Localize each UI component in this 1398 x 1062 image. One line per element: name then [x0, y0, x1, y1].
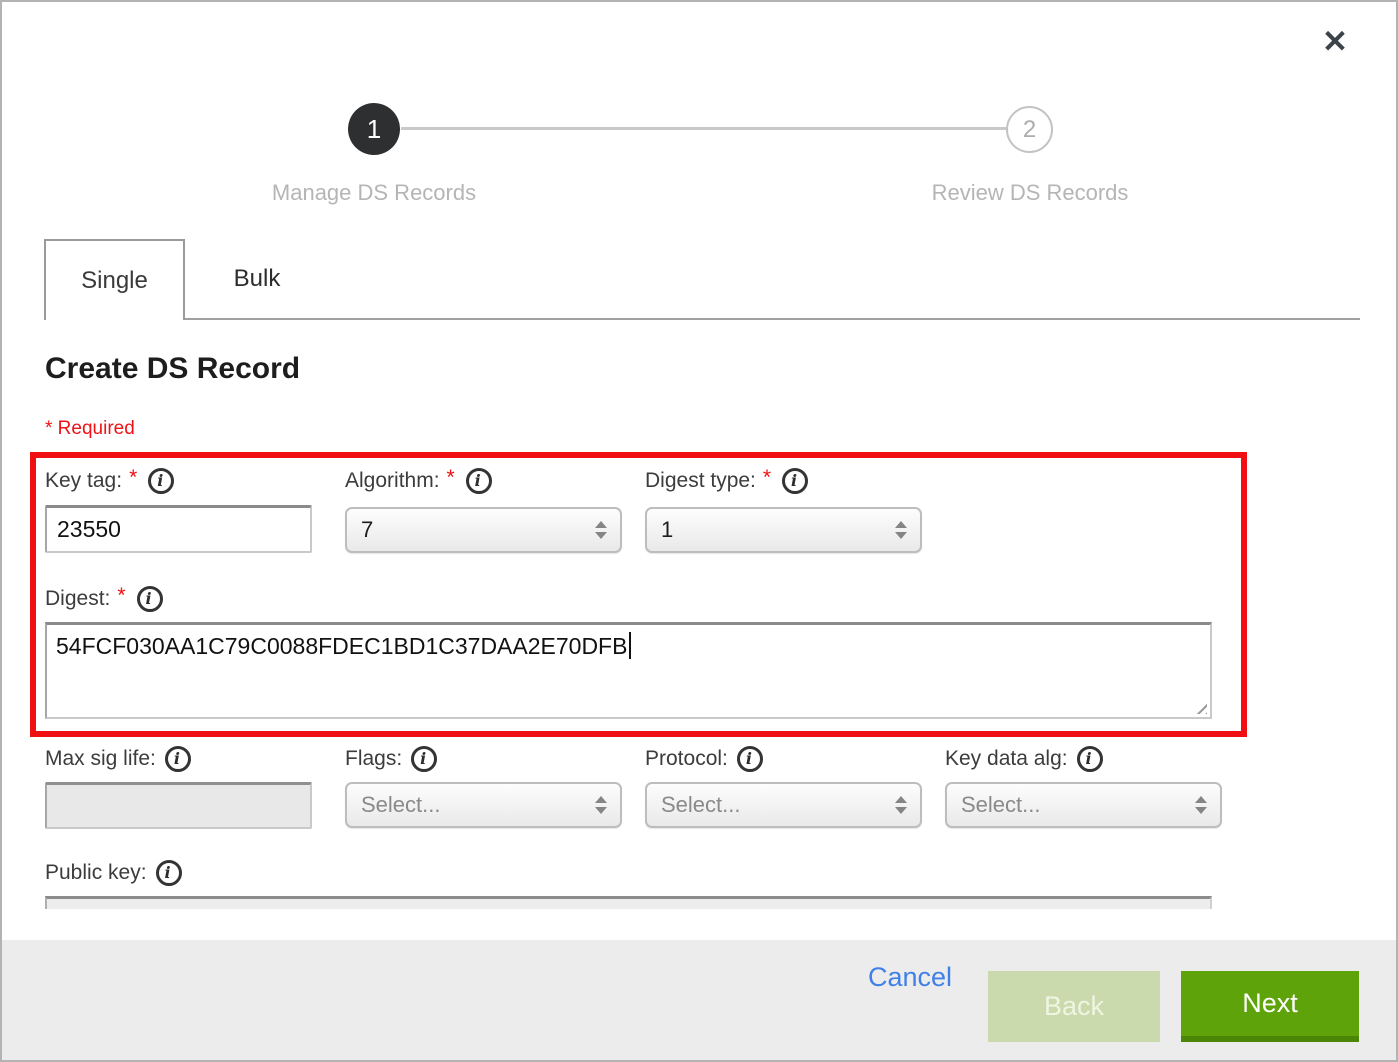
info-icon[interactable]: i	[148, 468, 174, 494]
required-marker: *	[447, 466, 455, 490]
required-marker: *	[117, 584, 125, 608]
max-sig-life-label-row: Max sig life: i	[45, 746, 191, 772]
text-cursor	[629, 632, 631, 659]
flags-label-row: Flags: i	[345, 746, 437, 772]
protocol-select[interactable]: Select...	[645, 782, 922, 828]
info-icon-glyph: i	[1086, 751, 1092, 767]
tab-single[interactable]: Single	[44, 239, 185, 320]
algorithm-select-value: 7	[361, 517, 373, 543]
info-icon-glyph: i	[746, 751, 752, 767]
next-button[interactable]: Next	[1181, 971, 1359, 1042]
step-2-label: Review DS Records	[870, 180, 1190, 206]
info-icon-glyph: i	[146, 591, 152, 607]
info-icon-glyph: i	[165, 865, 171, 881]
info-icon-glyph: i	[174, 751, 180, 767]
step-2-number: 2	[1023, 116, 1036, 144]
info-icon[interactable]: i	[737, 746, 763, 772]
stepper-connector	[401, 127, 1007, 130]
info-icon-glyph: i	[157, 473, 163, 489]
tab-bulk[interactable]: Bulk	[187, 241, 327, 317]
info-icon-glyph: i	[791, 473, 797, 489]
create-ds-record-modal: ✕ 1 2 Manage DS Records Review DS Record…	[0, 0, 1398, 1062]
page-title: Create DS Record	[45, 352, 300, 386]
required-marker: *	[129, 466, 137, 490]
info-icon[interactable]: i	[156, 860, 182, 886]
back-button[interactable]: Back	[988, 971, 1160, 1042]
digest-type-select[interactable]: 1	[645, 507, 922, 553]
step-2-circle: 2	[1006, 106, 1053, 153]
key-data-alg-label-row: Key data alg: i	[945, 746, 1103, 772]
select-arrows-icon	[595, 796, 607, 814]
key-tag-label: Key tag:	[45, 469, 122, 493]
tab-single-label: Single	[81, 267, 148, 295]
step-1-label: Manage DS Records	[214, 180, 534, 206]
key-data-alg-select-value: Select...	[961, 792, 1040, 818]
digest-type-label: Digest type:	[645, 469, 756, 493]
flags-select[interactable]: Select...	[345, 782, 622, 828]
key-tag-input[interactable]	[45, 505, 312, 553]
info-icon[interactable]: i	[466, 468, 492, 494]
public-key-textarea[interactable]	[45, 896, 1212, 909]
info-icon[interactable]: i	[137, 586, 163, 612]
select-arrows-icon	[895, 521, 907, 539]
info-icon-glyph: i	[420, 751, 426, 767]
protocol-label: Protocol:	[645, 747, 728, 771]
resize-handle-icon[interactable]	[1192, 699, 1207, 714]
close-icon[interactable]: ✕	[1322, 26, 1348, 57]
digest-label: Digest:	[45, 587, 110, 611]
step-1-number: 1	[367, 114, 381, 145]
protocol-label-row: Protocol: i	[645, 746, 763, 772]
tab-bulk-label: Bulk	[234, 265, 281, 293]
cancel-button[interactable]: Cancel	[868, 962, 952, 993]
protocol-select-value: Select...	[661, 792, 740, 818]
required-note: * Required	[45, 418, 135, 440]
key-tag-label-row: Key tag: * i	[45, 468, 174, 494]
select-arrows-icon	[895, 796, 907, 814]
select-arrows-icon	[1195, 796, 1207, 814]
info-icon[interactable]: i	[1077, 746, 1103, 772]
key-data-alg-select[interactable]: Select...	[945, 782, 1222, 828]
flags-select-value: Select...	[361, 792, 440, 818]
public-key-label: Public key:	[45, 861, 147, 885]
digest-value: 54FCF030AA1C79C0088FDEC1BD1C37DAA2E70DFB	[56, 633, 627, 659]
digest-textarea[interactable]: 54FCF030AA1C79C0088FDEC1BD1C37DAA2E70DFB	[45, 622, 1212, 719]
algorithm-select[interactable]: 7	[345, 507, 622, 553]
max-sig-life-label: Max sig life:	[45, 747, 156, 771]
algorithm-label: Algorithm:	[345, 469, 440, 493]
algorithm-label-row: Algorithm: * i	[345, 468, 492, 494]
required-marker: *	[763, 466, 771, 490]
info-icon-glyph: i	[475, 473, 481, 489]
select-arrows-icon	[595, 521, 607, 539]
tab-divider	[44, 318, 1360, 320]
max-sig-life-input[interactable]	[45, 782, 312, 829]
digest-type-select-value: 1	[661, 517, 673, 543]
step-1-circle: 1	[348, 103, 400, 155]
public-key-label-row: Public key: i	[45, 860, 182, 886]
digest-type-label-row: Digest type: * i	[645, 468, 808, 494]
info-icon[interactable]: i	[165, 746, 191, 772]
key-data-alg-label: Key data alg:	[945, 747, 1068, 771]
info-icon[interactable]: i	[782, 468, 808, 494]
info-icon[interactable]: i	[411, 746, 437, 772]
digest-label-row: Digest: * i	[45, 586, 163, 612]
modal-footer: Cancel Back Next	[2, 940, 1396, 1060]
flags-label: Flags:	[345, 747, 402, 771]
